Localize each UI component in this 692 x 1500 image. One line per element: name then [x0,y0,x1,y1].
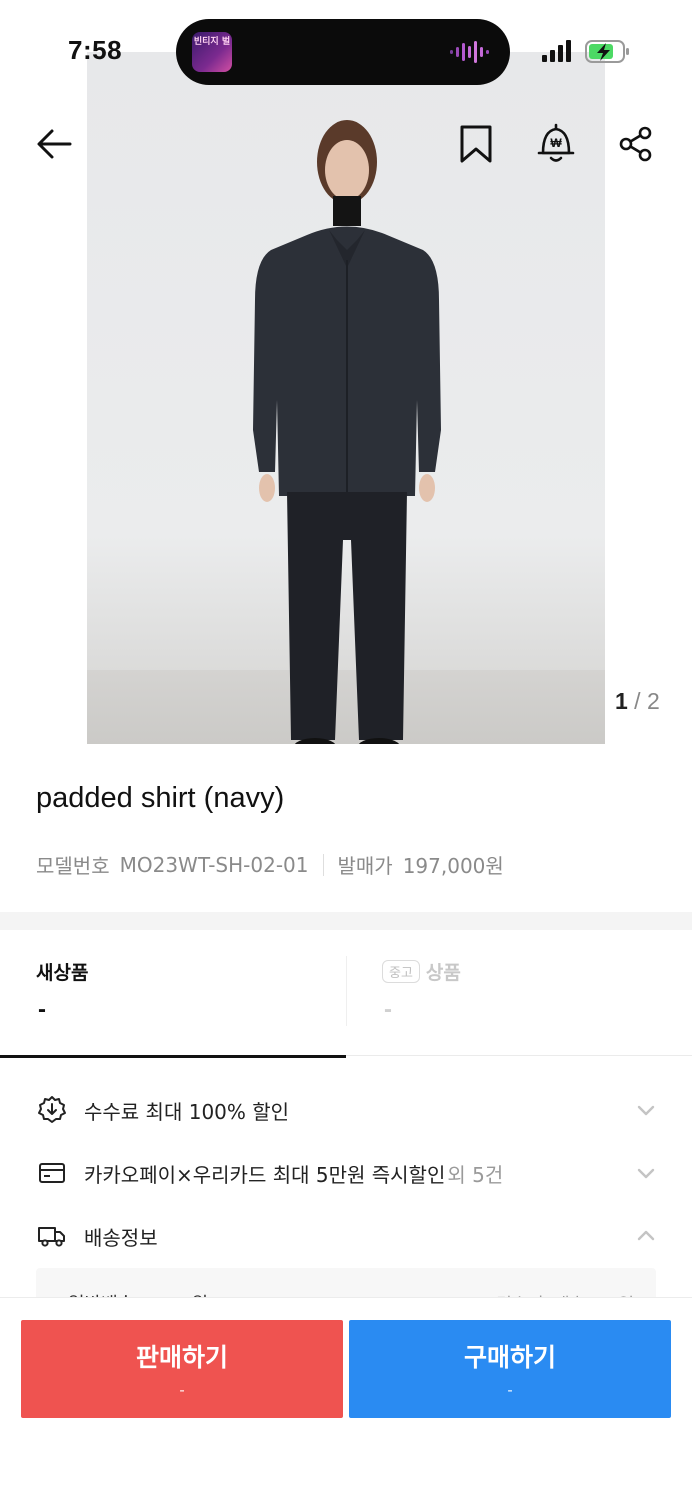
used-badge: 중고 [382,960,420,983]
section-divider [0,912,692,930]
tab-used-price: - [384,996,392,1023]
status-time: 7:58 [68,35,123,65]
shipping-info-text: 배송정보 [84,1225,158,1250]
back-button[interactable] [30,120,78,168]
card-discount-text: 카카오페이×우리카드 최대 5만원 즉시할인 [84,1162,446,1187]
back-arrow-icon [37,129,72,159]
shipping-info-row[interactable]: 배송정보 [36,1216,658,1256]
tab-used-product[interactable]: 중고 상품 - [346,930,692,1056]
fee-discount-text: 수수료 최대 100% 할인 [84,1099,290,1124]
price-alert-button[interactable]: ₩ [532,120,580,168]
pager-current: 1 [615,688,628,714]
model-number-label: 모델번호 [36,854,110,878]
product-image-carousel[interactable]: 7:58 빈티지 벌 ₩ 1 / 2 [0,0,692,744]
condition-tabs: 새상품 - 중고 상품 - [0,930,692,1058]
dynamic-island: 빈티지 벌 [176,19,510,85]
card-discount-more: 외 5건 [447,1162,504,1187]
bookmark-icon [460,125,492,163]
active-tab-indicator [0,1055,346,1058]
signal-icon [542,40,571,62]
chevron-down-icon [637,1168,655,1179]
share-button[interactable] [612,120,660,168]
model-number-value: MO23WT-SH-02-01 [119,852,309,877]
battery-icon [585,40,629,63]
product-title: padded shirt (navy) [36,782,285,814]
sell-button-price: - [179,1382,185,1399]
card-icon [36,1157,68,1189]
truck-icon [36,1220,68,1252]
artwork-text: 빈티지 벌 [193,37,231,47]
sell-button[interactable]: 판매하기 - [21,1320,343,1418]
status-icons [542,40,629,63]
model-figure-illustration [253,120,441,744]
image-pager: 1 / 2 [615,688,660,715]
bookmark-button[interactable] [452,120,500,168]
now-playing-artwork: 빈티지 벌 [192,32,232,72]
sell-button-label: 판매하기 [135,1343,228,1372]
audio-waveform-icon [450,41,489,63]
pager-total: / 2 [627,688,660,714]
chevron-down-icon [637,1105,655,1116]
card-discount-row[interactable]: 카카오페이×우리카드 최대 5만원 즉시할인 외 5건 [36,1153,658,1193]
tab-new-label: 새상품 [36,962,89,984]
fee-discount-row[interactable]: 수수료 최대 100% 할인 [36,1090,658,1130]
release-price-label: 발매가 [337,854,393,878]
buy-button-label: 구매하기 [463,1343,556,1372]
meta-divider [322,853,324,876]
svg-text:₩: ₩ [550,136,562,150]
share-icon [619,126,652,162]
tab-new-price: - [38,996,46,1023]
price-alert-bell-icon: ₩ [537,123,575,162]
buy-button-price: - [507,1382,513,1399]
tab-new-product[interactable]: 새상품 - [0,930,346,1058]
chevron-up-icon [637,1230,655,1241]
product-photo [87,52,605,744]
discount-badge-icon [36,1094,68,1126]
bottom-action-bar: 판매하기 - 구매하기 - [0,1298,692,1500]
tab-used-label-wrap: 중고 상품 [382,958,461,985]
product-meta: 모델번호 MO23WT-SH-02-01 발매가 197,000원 [36,850,504,879]
buy-button[interactable]: 구매하기 - [349,1320,671,1418]
tab-used-label: 상품 [425,962,461,984]
release-price-value: 197,000원 [402,854,504,878]
